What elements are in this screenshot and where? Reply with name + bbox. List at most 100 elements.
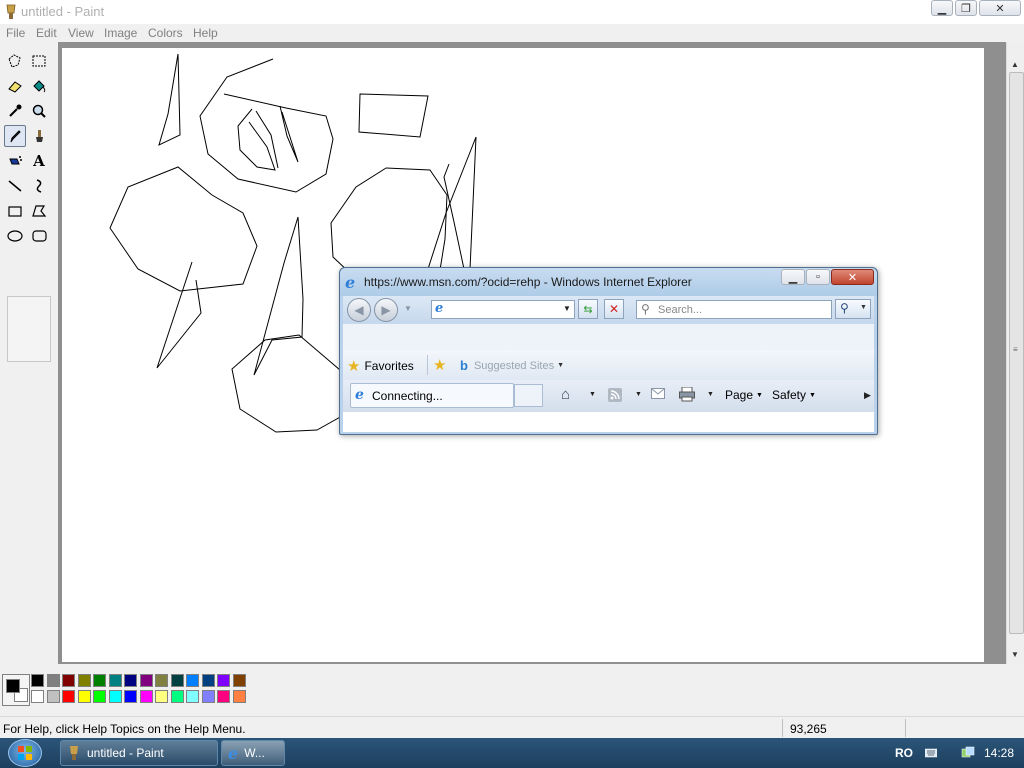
ie-page-content[interactable]: [343, 412, 874, 432]
ie-minimize-button[interactable]: ▁: [781, 269, 805, 285]
palette-swatch[interactable]: [217, 690, 230, 703]
palette-swatch[interactable]: [124, 690, 137, 703]
address-bar[interactable]: e ▼: [431, 300, 575, 319]
curve-tool[interactable]: [28, 175, 50, 197]
palette-swatch[interactable]: [139, 690, 153, 703]
ellipse-tool[interactable]: [4, 225, 26, 247]
current-colors-box[interactable]: [2, 674, 30, 706]
menu-help[interactable]: Help: [193, 26, 218, 40]
palette-swatch[interactable]: [93, 690, 106, 703]
palette-swatch[interactable]: [108, 674, 122, 687]
vertical-scrollbar[interactable]: ▲ ≡ ▼: [1006, 42, 1024, 664]
ie-maximize-button[interactable]: ▫: [806, 269, 830, 285]
line-tool[interactable]: [4, 175, 26, 197]
palette-swatch[interactable]: [62, 690, 75, 703]
refresh-button[interactable]: ⇆: [578, 299, 598, 319]
forward-button[interactable]: ▶: [374, 298, 398, 322]
ie-close-button[interactable]: ✕: [831, 269, 874, 285]
menu-file[interactable]: File: [6, 26, 25, 40]
palette-swatch[interactable]: [155, 674, 168, 687]
favorites-label: Favorites: [364, 359, 414, 373]
airbrush-tool[interactable]: [4, 150, 26, 172]
palette-swatch[interactable]: [155, 690, 168, 703]
palette-swatch[interactable]: [232, 690, 246, 703]
palette-swatch[interactable]: [77, 690, 91, 703]
scroll-up-arrow-icon[interactable]: ▲: [1011, 60, 1019, 69]
favorites-button[interactable]: ★ Favorites: [347, 356, 414, 376]
palette-swatch[interactable]: [201, 690, 215, 703]
menu-image[interactable]: Image: [104, 26, 137, 40]
tool-options-box[interactable]: [7, 296, 51, 362]
scrollbar-thumb[interactable]: ≡: [1009, 72, 1024, 634]
palette-swatch[interactable]: [31, 674, 44, 687]
paint-maximize-button[interactable]: ❐: [955, 0, 977, 16]
menu-view[interactable]: View: [68, 26, 94, 40]
feeds-dropdown-icon[interactable]: ▼: [635, 391, 642, 398]
safety-menu-button[interactable]: Safety ▼: [772, 388, 816, 402]
read-mail-icon[interactable]: [651, 388, 665, 402]
pencil-tool[interactable]: [4, 125, 26, 147]
print-icon[interactable]: [679, 386, 695, 405]
menu-colors[interactable]: Colors: [148, 26, 183, 40]
system-clock[interactable]: 14:28: [984, 746, 1014, 760]
start-button[interactable]: [8, 739, 42, 767]
back-button[interactable]: ◀: [347, 298, 371, 322]
search-box[interactable]: ⚲ Search...: [636, 300, 832, 319]
menu-edit[interactable]: Edit: [36, 26, 57, 40]
select-tool[interactable]: [28, 50, 50, 72]
page-menu-button[interactable]: Page ▼: [725, 388, 763, 402]
palette-swatch[interactable]: [201, 674, 215, 687]
taskbar-paint-button[interactable]: untitled - Paint: [60, 740, 218, 766]
new-tab-button[interactable]: [514, 384, 543, 407]
free-form-select-icon: [8, 54, 21, 68]
scroll-down-arrow-icon[interactable]: ▼: [1011, 650, 1019, 659]
palette-swatch[interactable]: [170, 674, 184, 687]
language-indicator[interactable]: RO: [895, 746, 913, 760]
command-bar-overflow-icon[interactable]: ▶: [864, 390, 871, 401]
palette-swatch[interactable]: [93, 674, 106, 687]
keyboard-icon[interactable]: [924, 747, 938, 761]
feeds-icon[interactable]: [608, 388, 622, 405]
palette-swatch[interactable]: [46, 690, 60, 703]
brush-icon: [36, 130, 43, 142]
palette-swatch[interactable]: [108, 690, 122, 703]
taskbar-ie-button[interactable]: e W...: [221, 740, 285, 766]
ie-logo-icon: e: [228, 743, 239, 763]
search-options-dropdown-icon[interactable]: ▼: [860, 304, 867, 311]
paint-minimize-button[interactable]: ▁: [931, 0, 953, 16]
recent-pages-dropdown-icon[interactable]: ▼: [404, 304, 412, 313]
palette-swatch[interactable]: [217, 674, 230, 687]
print-dropdown-icon[interactable]: ▼: [707, 391, 714, 398]
brush-tool[interactable]: [28, 125, 50, 147]
palette-swatch[interactable]: [186, 690, 199, 703]
palette-swatch[interactable]: [46, 674, 60, 687]
rounded-rectangle-tool[interactable]: [28, 225, 50, 247]
palette-swatch[interactable]: [232, 674, 246, 687]
browser-tab[interactable]: e Connecting...: [350, 383, 514, 408]
network-icon[interactable]: [960, 745, 976, 764]
suggested-sites-button[interactable]: b Suggested Sites ▼: [460, 358, 564, 373]
search-button[interactable]: ⚲ ▼: [835, 299, 871, 319]
polygon-tool[interactable]: [28, 200, 50, 222]
pick-color-tool[interactable]: [4, 100, 26, 122]
minimize-icon: ▁: [937, 2, 947, 15]
free-form-select-tool[interactable]: [4, 50, 26, 72]
stop-button[interactable]: ✕: [604, 299, 624, 319]
eraser-tool[interactable]: [4, 75, 26, 97]
palette-swatch[interactable]: [170, 690, 184, 703]
add-to-favorites-bar-icon[interactable]: ★: [433, 356, 446, 374]
home-dropdown-icon[interactable]: ▼: [589, 391, 596, 398]
palette-swatch[interactable]: [186, 674, 199, 687]
palette-swatch[interactable]: [124, 674, 137, 687]
palette-swatch[interactable]: [31, 690, 44, 703]
home-icon[interactable]: ⌂: [561, 386, 570, 403]
rectangle-tool[interactable]: [4, 200, 26, 222]
address-dropdown-icon[interactable]: ▼: [563, 304, 571, 313]
magnifier-tool[interactable]: [28, 100, 50, 122]
text-tool[interactable]: A: [28, 150, 50, 172]
palette-swatch[interactable]: [139, 674, 153, 687]
paint-close-button[interactable]: ✕: [979, 0, 1021, 16]
fill-with-color-tool[interactable]: [28, 75, 50, 97]
palette-swatch[interactable]: [77, 674, 91, 687]
palette-swatch[interactable]: [62, 674, 75, 687]
